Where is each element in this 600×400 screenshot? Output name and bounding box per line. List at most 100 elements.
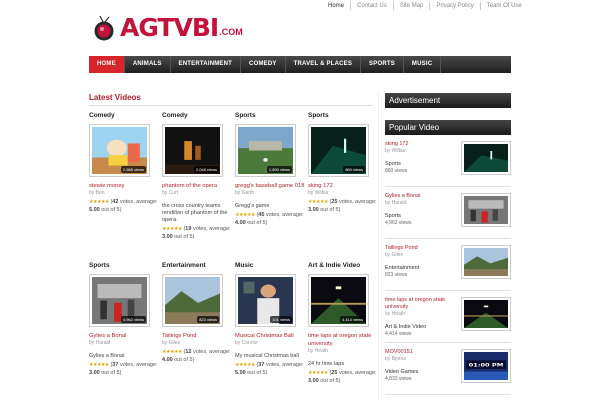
- video-title[interactable]: phantom of the opera: [162, 182, 235, 190]
- video-title[interactable]: gregg's baseball game 018: [235, 182, 308, 190]
- average-label: average:: [355, 199, 377, 205]
- average-value: 3.00: [308, 378, 319, 384]
- popular-video-title[interactable]: time laps at oregon state university: [385, 297, 457, 311]
- thumbnail-image: [464, 300, 508, 328]
- popular-list: sking 172 by Wilbur Sports 860 views Gylies …: [385, 135, 511, 395]
- site-logo[interactable]: AGTVBI .COM: [90, 14, 243, 42]
- video-category[interactable]: Music: [235, 262, 308, 274]
- video-category[interactable]: Sports: [308, 112, 381, 124]
- rating-stars-icon[interactable]: ★★★★★: [235, 362, 255, 368]
- out-of-label: out of 5): [174, 234, 195, 240]
- video-title[interactable]: Tailings Pond: [162, 332, 235, 340]
- popular-video-title[interactable]: sking 172: [385, 141, 457, 148]
- out-of-label: out of 5): [247, 220, 268, 226]
- votes-label: votes,: [338, 370, 354, 376]
- votes-label: votes,: [119, 199, 135, 205]
- rating-stars-icon[interactable]: ★★★★★: [162, 226, 182, 232]
- popular-video-thumbnail[interactable]: [461, 193, 511, 227]
- votes-label: votes,: [119, 362, 135, 368]
- nav-sports[interactable]: SPORTS: [361, 56, 404, 73]
- video-category[interactable]: Comedy: [89, 112, 162, 124]
- average-value: 3.00: [162, 234, 173, 240]
- popular-video-category[interactable]: Sports: [385, 213, 457, 220]
- views-badge: 4,962 views: [120, 316, 146, 323]
- rating-stars-icon[interactable]: ★★★★★: [235, 212, 255, 218]
- nav-entertainment[interactable]: ENTERTAINMENT: [171, 56, 242, 73]
- rating-stars-icon[interactable]: ★★★★★: [308, 199, 328, 205]
- popular-video-thumbnail[interactable]: [461, 297, 511, 331]
- nav-home[interactable]: HOME: [89, 56, 125, 73]
- nav-animals[interactable]: ANIMALS: [125, 56, 171, 73]
- video-thumbnail[interactable]: 4,414 views: [308, 274, 369, 327]
- video-category[interactable]: Entertainment: [162, 262, 235, 274]
- video-rating: ★★★★★ (25 votes, average: 3.00 out of 5): [308, 199, 377, 213]
- video-title[interactable]: time laps at oregon state university: [308, 332, 381, 348]
- popular-video-author: by Giles: [385, 252, 404, 258]
- toplink-home[interactable]: Home: [322, 2, 350, 10]
- video-category[interactable]: Sports: [89, 262, 162, 274]
- popular-video-category[interactable]: Entertainment: [385, 265, 457, 272]
- popular-video-thumbnail[interactable]: [461, 245, 511, 279]
- toplink-privacy[interactable]: Privacy Policy: [429, 2, 479, 10]
- toplink-sitemap[interactable]: Site Map: [392, 2, 430, 10]
- average-label: average:: [282, 362, 304, 368]
- video-description: the cross country teams rendition of pha…: [162, 203, 228, 223]
- average-label: average:: [209, 349, 231, 355]
- popular-video-views: 4,833 views: [385, 376, 412, 382]
- average-value: 5.00: [235, 370, 246, 376]
- average-value: 4.00: [162, 357, 173, 363]
- popular-video-thumbnail[interactable]: [461, 141, 511, 175]
- video-rating: ★★★★★ (12 votes, average: 4.00 out of 5): [162, 349, 231, 363]
- video-rating: ★★★★★ (37 votes, average: 3.00 out of 5): [89, 362, 158, 376]
- video-title[interactable]: Gylies a Bonal: [89, 332, 162, 340]
- popular-video-category[interactable]: Art & Indie Video: [385, 324, 457, 331]
- video-description: Gylies a Bonal: [89, 353, 125, 359]
- popular-video-title[interactable]: Gylies a Bonal: [385, 193, 457, 200]
- nav-travel[interactable]: TRAVEL & PLACES: [286, 56, 362, 73]
- average-value: 3.00: [89, 370, 100, 376]
- video-thumbnail[interactable]: 4,962 views: [89, 274, 150, 327]
- tv-icon: [90, 15, 118, 41]
- video-card: Sports 1,890 views gregg's baseball game 0…: [235, 106, 308, 256]
- popular-video-title[interactable]: Tailings Pond: [385, 245, 457, 252]
- toplink-contact[interactable]: Contact Us: [350, 2, 393, 10]
- video-thumbnail[interactable]: 101 views: [235, 274, 296, 327]
- rating-stars-icon[interactable]: ★★★★★: [89, 362, 109, 368]
- popular-video-category[interactable]: Video Games: [385, 369, 457, 376]
- rating-stars-icon[interactable]: ★★★★★: [308, 370, 328, 376]
- rating-stars-icon[interactable]: ★★★★★: [162, 349, 182, 355]
- video-category[interactable]: Sports: [235, 112, 308, 124]
- views-badge: 860 views: [343, 166, 365, 173]
- video-category[interactable]: Art & Indie Video: [308, 262, 381, 274]
- video-card: Comedy 2,048 views phantom of the opera by …: [162, 106, 235, 256]
- video-thumbnail[interactable]: 823 views: [162, 274, 223, 327]
- popular-video-title[interactable]: MOV00151: [385, 349, 457, 356]
- video-title[interactable]: stewie money: [89, 182, 162, 190]
- video-thumbnail[interactable]: 2,048 views: [162, 124, 223, 177]
- rating-stars-icon[interactable]: ★★★★★: [89, 199, 109, 205]
- video-grid: Comedy 2,988 views stewie money by Ben ★★★★★…: [89, 106, 377, 400]
- video-card: Art & Indie Video 4,414 views time laps at…: [308, 256, 381, 400]
- video-card: Comedy 2,988 views stewie money by Ben ★★★★★…: [89, 106, 162, 256]
- thumbnail-image: [464, 144, 508, 172]
- video-category[interactable]: Comedy: [162, 112, 235, 124]
- popular-video-category[interactable]: Sports: [385, 161, 457, 168]
- views-badge: 4,414 views: [339, 316, 365, 323]
- top-links: Home Contact Us Site Map Privacy Policy …: [322, 2, 522, 10]
- video-thumbnail[interactable]: 1,890 views: [235, 124, 296, 177]
- nav-music[interactable]: MUSIC: [404, 56, 442, 73]
- toplink-terms[interactable]: Team Of Use: [479, 2, 528, 10]
- video-thumbnail[interactable]: 2,988 views: [89, 124, 150, 177]
- video-rating: ★★★★★ (45 votes, average: 4.00 out of 5): [235, 212, 304, 226]
- votes-label: votes,: [192, 226, 208, 232]
- popular-video-item: sking 172 by Wilbur Sports 860 views: [385, 135, 511, 187]
- nav-comedy[interactable]: COMEDY: [241, 56, 286, 73]
- video-thumbnail[interactable]: 860 views: [308, 124, 369, 177]
- popular-video-thumbnail[interactable]: 01:00 PM: [461, 349, 511, 383]
- vote-count: 12: [185, 349, 192, 355]
- video-title[interactable]: Musical Christmas Ball: [235, 332, 308, 340]
- popular-video-item: time laps at oregon state university by H…: [385, 291, 511, 343]
- video-description: Gregg's game: [235, 203, 270, 209]
- video-title[interactable]: sking 172: [308, 182, 381, 190]
- average-label: average:: [136, 362, 158, 368]
